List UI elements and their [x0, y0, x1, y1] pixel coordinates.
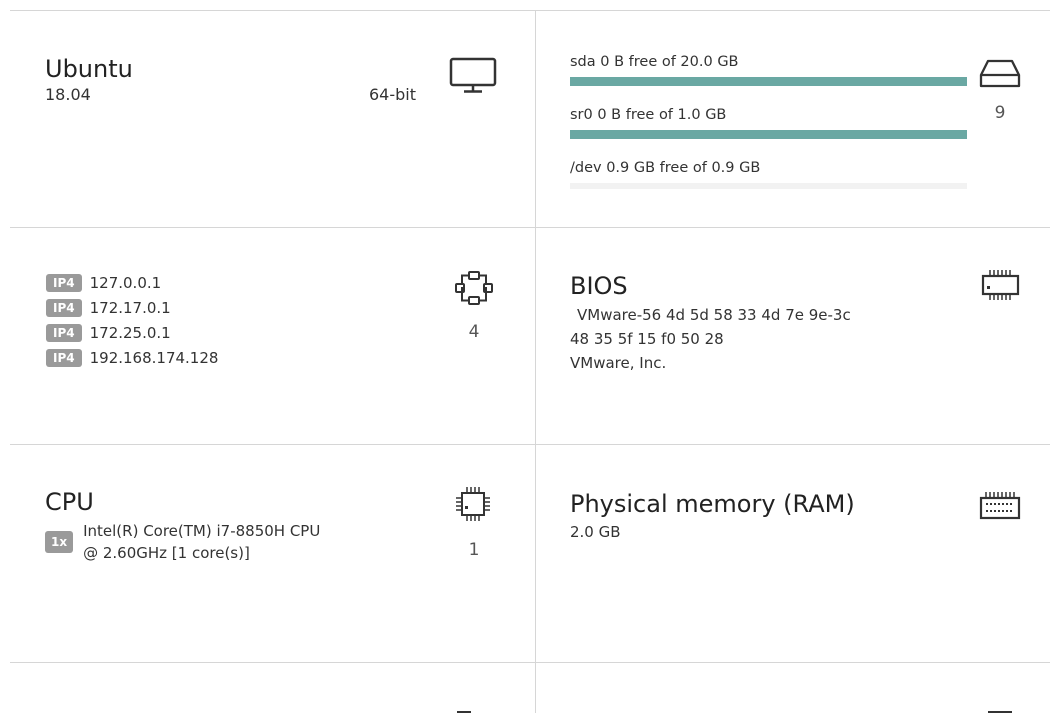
ram-title: Physical memory (RAM) — [570, 490, 855, 518]
disk-count: 9 — [994, 103, 1006, 123]
os-version: 18.04 — [45, 85, 91, 104]
cpu-card: CPU 1x Intel(R) Core(TM) i7-8850H CPU @ … — [45, 488, 320, 564]
row-divider — [10, 10, 1050, 11]
cpu-model-line-2: @ 2.60GHz [1 core(s)] — [83, 544, 250, 562]
ip-version-badge: IP4 — [46, 323, 82, 342]
ram-value: 2.0 GB — [570, 523, 621, 541]
bios-vendor: VMware, Inc. — [570, 354, 667, 372]
cpu-icon — [455, 486, 493, 528]
ip-version-badge: IP4 — [46, 298, 82, 317]
row-divider — [10, 444, 1050, 445]
disk-label: sr0 0 B free of 1.0 GB — [570, 107, 727, 123]
network-icon — [454, 270, 494, 310]
partial-card-icon — [985, 703, 1015, 713]
column-divider — [535, 10, 536, 713]
bios-card: BIOS VMware-56 4d 5d 58 33 4d 7e 9e-3c 4… — [570, 272, 851, 375]
cpu-model-line-1: Intel(R) Core(TM) i7-8850H CPU — [83, 522, 321, 540]
bios-serial-line-1: VMware-56 4d 5d 58 33 4d 7e 9e-3c — [577, 306, 851, 324]
row-divider — [10, 227, 1050, 228]
cpu-title: CPU — [45, 488, 94, 516]
partial-card-icon — [452, 703, 492, 713]
ip-address-row: IP4 127.0.0.1 — [46, 270, 218, 295]
ip-address-row: IP4 172.25.0.1 — [46, 320, 218, 345]
network-card: IP4 127.0.0.1 IP4 172.17.0.1 IP4 172.25.… — [46, 270, 218, 370]
ip-version-badge: IP4 — [46, 273, 82, 292]
cpu-count: 1 — [468, 540, 480, 560]
bios-title: BIOS — [570, 272, 628, 300]
row-divider — [10, 662, 1050, 663]
ip-version-badge: IP4 — [46, 348, 82, 367]
disk-usage-bar — [570, 183, 967, 189]
disk-item: sr0 0 B free of 1.0 GB — [570, 105, 967, 139]
bios-chip-icon — [980, 268, 1022, 306]
bios-serial-line-2: 48 35 5f 15 f0 50 28 — [570, 330, 724, 348]
disk-usage-bar — [570, 77, 967, 86]
os-arch: 64-bit — [369, 85, 417, 104]
ip-address-row: IP4 172.17.0.1 — [46, 295, 218, 320]
ram-card: Physical memory (RAM) 2.0 GB — [570, 490, 855, 542]
memory-icon — [978, 490, 1022, 528]
ip-address-row: IP4 192.168.174.128 — [46, 345, 218, 370]
disk-item: /dev 0.9 GB free of 0.9 GB — [570, 158, 967, 189]
disk-usage-bar — [570, 130, 967, 139]
ip-address: 192.168.174.128 — [89, 348, 219, 367]
cpu-count-badge: 1x — [45, 531, 74, 553]
ip-address: 127.0.0.1 — [89, 273, 162, 292]
ip-address: 172.25.0.1 — [89, 323, 171, 342]
os-name: Ubuntu — [45, 55, 133, 83]
disk-item: sda 0 B free of 20.0 GB — [570, 52, 967, 86]
monitor-icon — [448, 57, 498, 97]
network-count: 4 — [468, 322, 480, 342]
os-card: Ubuntu 18.04 64-bit — [45, 55, 485, 105]
disk-label: sda 0 B free of 20.0 GB — [570, 54, 739, 70]
disk-label: /dev 0.9 GB free of 0.9 GB — [570, 160, 761, 176]
ip-address: 172.17.0.1 — [89, 298, 171, 317]
hard-drive-icon — [978, 58, 1022, 94]
